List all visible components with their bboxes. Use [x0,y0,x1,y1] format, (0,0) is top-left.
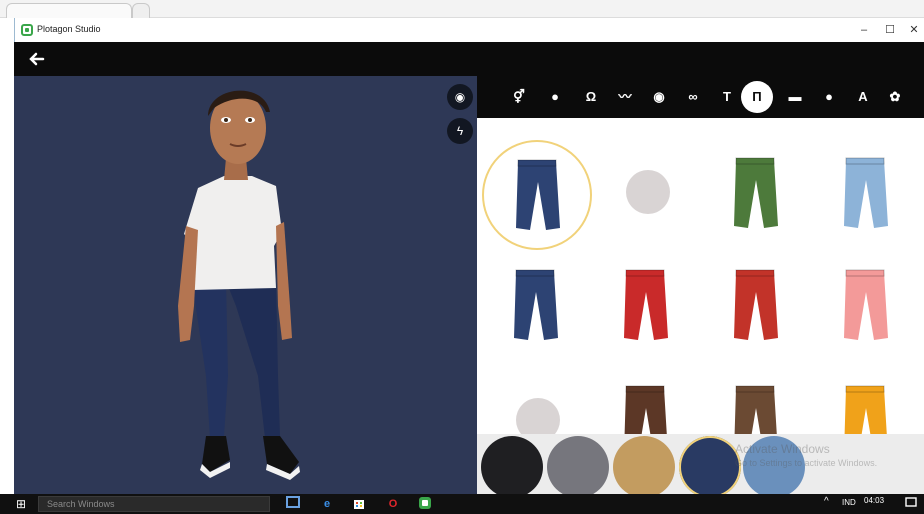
hair-icon[interactable]: Ω [581,87,601,107]
pants-icon [624,385,667,434]
clothing-item-pants-red-chain[interactable] [592,252,702,362]
watermark-title: Activate Windows [735,442,830,456]
customization-panel: ⚥ ● Ω 〰 ◉ ∞ T Π ▬ ● A ✿ Activate Windows Go to Sett… [477,76,924,494]
browser-tab[interactable] [6,3,132,18]
glasses-icon[interactable]: ∞ [683,87,703,107]
color-swatch[interactable] [481,436,543,494]
clothing-item-pants-white-top[interactable] [702,118,812,130]
app-header [14,42,924,76]
start-button[interactable]: ⊞ [10,497,32,511]
clock-time[interactable]: 04:03 [864,496,884,505]
clothing-item-no-pants-2[interactable] [482,368,592,434]
mustache-icon[interactable]: 〰 [615,87,635,107]
pants-icon [482,118,588,126]
color-swatch[interactable] [679,436,741,494]
head-icon[interactable]: ● [545,87,565,107]
clothing-item-pants-dark-navy-top[interactable] [482,118,592,130]
eye-icon[interactable]: ◉ [649,87,669,107]
character-figure [178,90,300,480]
clothing-item-pants-red[interactable] [702,252,812,362]
store-icon[interactable] [350,496,368,512]
browser-tab-strip [0,0,924,18]
pants-icon [844,385,887,434]
pants-icon[interactable]: Π [741,81,773,113]
clothing-item-pants-pink[interactable] [812,252,922,362]
maximize-button[interactable]: ☐ [879,21,901,39]
gender-icon[interactable]: ⚥ [509,87,529,107]
randomize-bolt-button[interactable]: ϟ [447,118,473,144]
plotagon-logo-icon [21,24,33,36]
clothing-item-pants-black-top[interactable] [592,118,702,130]
task-view-icon[interactable] [284,496,302,512]
pants-icon [702,118,808,126]
app-titlebar: Plotagon Studio – ☐ ✕ [14,18,924,42]
pants-icon [514,269,558,340]
empty-option-dot [626,170,670,214]
clothing-item-pants-navy-cuffed[interactable] [482,252,592,362]
pants-icon [516,159,560,230]
pants-icon [592,118,698,126]
shoes-icon[interactable]: ▬ [785,87,805,107]
text-icon[interactable]: A [853,87,873,107]
back-arrow-icon[interactable] [26,48,48,70]
clothing-item-pants-green[interactable] [702,140,812,250]
category-toolbar: ⚥ ● Ω 〰 ◉ ∞ T Π ▬ ● A ✿ [477,76,924,118]
clothing-item-pants-yellow-camo[interactable] [812,368,922,434]
notifications-icon[interactable] [902,496,920,512]
back-arrow-svg [29,52,45,66]
tray-caret-icon[interactable]: ^ [824,496,829,507]
character-viewport[interactable]: ◉ ϟ [14,76,477,494]
close-button[interactable]: ✕ [903,21,924,39]
color-swatch-bar: Activate Windows Go to Settings to activ… [477,434,924,494]
pants-icon [624,269,668,340]
empty-option-dot [516,398,560,434]
activate-windows-watermark: Activate Windows Go to Settings to activ… [735,442,877,470]
clothing-item-no-pants[interactable] [592,140,702,250]
clothing-item-pants-white-top-2[interactable] [812,118,922,130]
pants-icon [734,269,778,340]
camera-button[interactable]: ◉ [447,84,473,110]
pants-icon [734,157,778,228]
pants-icon [844,157,888,228]
pants-icon [734,385,777,434]
clothing-item-pants-brown[interactable] [592,368,702,434]
new-tab-button[interactable] [132,3,150,18]
opera-icon[interactable]: O [384,496,402,512]
speech-icon[interactable]: ● [819,87,839,107]
taskbar-search-input[interactable]: Search Windows [38,496,270,512]
plotagon-task-icon[interactable] [416,496,434,512]
pants-icon [812,118,918,126]
edge-browser-icon[interactable]: e [318,496,336,512]
app-title: Plotagon Studio [37,24,101,34]
color-swatch[interactable] [547,436,609,494]
clothing-item-pants-brown-2[interactable] [702,368,812,434]
pants-icon [844,269,888,340]
color-swatch[interactable] [613,436,675,494]
palette-icon[interactable]: ✿ [885,87,905,107]
windows-taskbar: ⊞ Search Windows e O ^ IND 04:03 [0,494,924,514]
clothing-item-pants-lightblue[interactable] [812,140,922,250]
minimize-button[interactable]: – [853,21,875,39]
clothing-item-grid [477,118,924,434]
language-indicator[interactable]: IND [842,498,856,507]
clothing-item-pants-navy[interactable] [482,140,592,250]
screen: Plotagon Studio – ☐ ✕ ◉ ϟ ⚥ ● Ω 〰 ◉ ∞ T … [0,0,924,514]
watermark-subtitle: Go to Settings to activate Windows. [735,458,878,468]
shirt-icon[interactable]: T [717,87,737,107]
